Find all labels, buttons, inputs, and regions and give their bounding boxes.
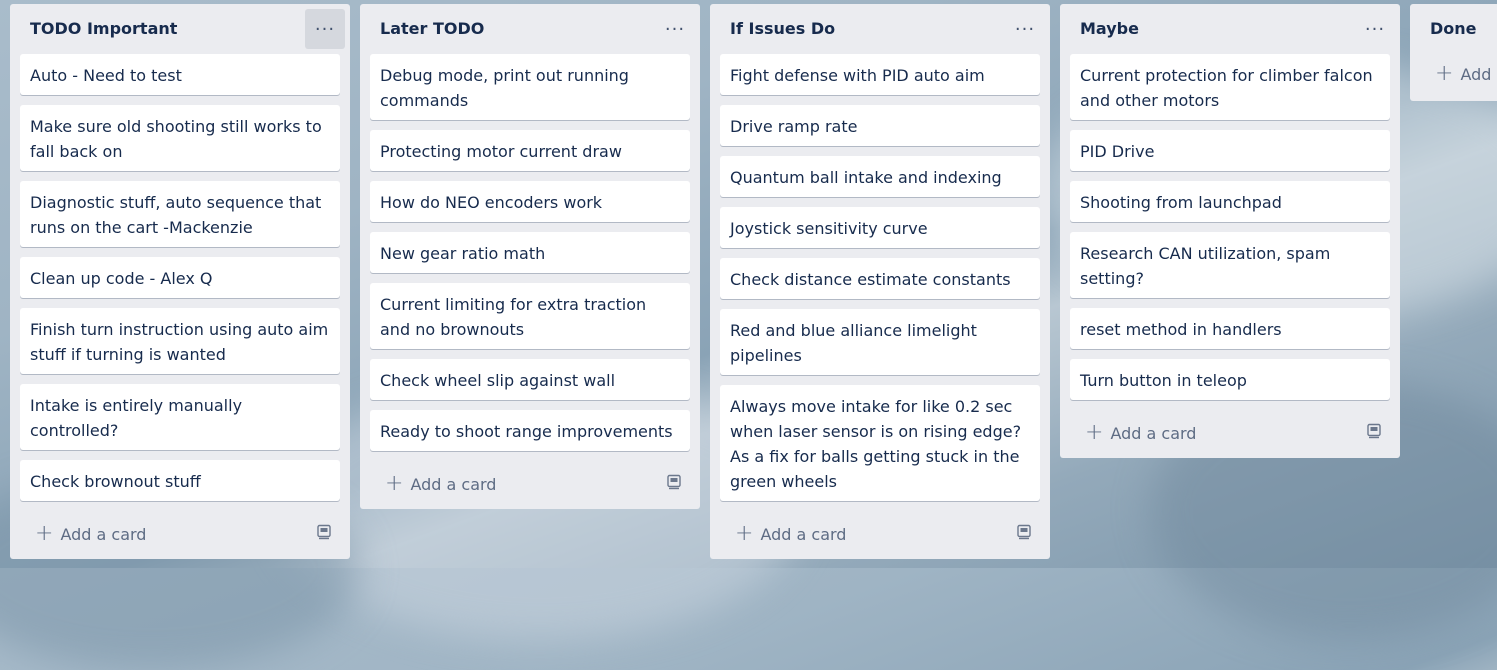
card[interactable]: Turn button in teleop <box>1070 359 1390 400</box>
add-card-button[interactable]: + Add a card <box>35 520 146 548</box>
plus-icon: + <box>735 521 754 546</box>
list-menu-button[interactable]: ··· <box>1355 9 1395 49</box>
list-done: Done + Add a <box>1410 4 1497 101</box>
card[interactable]: Debug mode, print out running commands <box>370 54 690 120</box>
add-card-label: Add a card <box>410 474 497 494</box>
list-later-todo: Later TODO ··· Debug mode, print out run… <box>360 4 700 509</box>
ellipsis-icon: ··· <box>1364 18 1386 40</box>
add-card-label: Add a card <box>760 524 847 544</box>
card[interactable]: Shooting from launchpad <box>1070 181 1390 222</box>
list-header: TODO Important ··· <box>10 4 350 54</box>
add-card-label: Add a card <box>1110 423 1197 443</box>
card[interactable]: Always move intake for like 0.2 sec when… <box>720 385 1040 501</box>
card-template-icon[interactable] <box>1016 524 1032 540</box>
ellipsis-icon: ··· <box>1014 18 1036 40</box>
add-card-button[interactable]: + Add a card <box>735 520 846 548</box>
add-card-button[interactable]: + Add a card <box>1085 419 1196 447</box>
card[interactable]: New gear ratio math <box>370 232 690 273</box>
card-list: Debug mode, print out running commands P… <box>360 54 700 451</box>
card-template-icon[interactable] <box>666 474 682 490</box>
add-card-label: Add a <box>1460 64 1497 84</box>
card[interactable]: Check brownout stuff <box>20 460 340 501</box>
plus-icon: + <box>385 471 404 496</box>
card-list: Auto - Need to test Make sure old shooti… <box>10 54 350 501</box>
card[interactable]: reset method in handlers <box>1070 308 1390 349</box>
add-card-label: Add a card <box>60 524 147 544</box>
card[interactable]: Quantum ball intake and indexing <box>720 156 1040 197</box>
card[interactable]: Check distance estimate constants <box>720 258 1040 299</box>
ellipsis-icon: ··· <box>664 18 686 40</box>
list-title[interactable]: If Issues Do <box>730 19 835 38</box>
plus-icon: + <box>1085 420 1104 445</box>
card[interactable]: Drive ramp rate <box>720 105 1040 146</box>
list-menu-button[interactable]: ··· <box>305 9 345 49</box>
card-list: Fight defense with PID auto aim Drive ra… <box>710 54 1050 501</box>
card[interactable]: Diagnostic stuff, auto sequence that run… <box>20 181 340 247</box>
list-menu-button[interactable]: ··· <box>1005 9 1045 49</box>
list-maybe: Maybe ··· Current protection for climber… <box>1060 4 1400 458</box>
card-template-icon[interactable] <box>316 524 332 540</box>
list-footer: + Add a card <box>710 511 1050 559</box>
card[interactable]: Auto - Need to test <box>20 54 340 95</box>
card[interactable]: Protecting motor current draw <box>370 130 690 171</box>
list-footer: + Add a card <box>1060 410 1400 458</box>
add-card-button[interactable]: + Add a <box>1435 60 1497 88</box>
card[interactable]: Joystick sensitivity curve <box>720 207 1040 248</box>
card[interactable]: Finish turn instruction using auto aim s… <box>20 308 340 374</box>
card[interactable]: Current limiting for extra traction and … <box>370 283 690 349</box>
card[interactable]: Check wheel slip against wall <box>370 359 690 400</box>
plus-icon: + <box>1435 61 1454 86</box>
card[interactable]: Red and blue alliance limelight pipeline… <box>720 309 1040 375</box>
list-title[interactable]: Done <box>1430 19 1477 38</box>
list-footer: + Add a card <box>360 461 700 509</box>
list-title[interactable]: Later TODO <box>380 19 484 38</box>
list-header: Later TODO ··· <box>360 4 700 54</box>
list-title[interactable]: Maybe <box>1080 19 1139 38</box>
card[interactable]: Fight defense with PID auto aim <box>720 54 1040 95</box>
list-if-issues-do: If Issues Do ··· Fight defense with PID … <box>710 4 1050 559</box>
list-footer: + Add a card <box>10 511 350 559</box>
list-menu-button[interactable]: ··· <box>655 9 695 49</box>
card[interactable]: Make sure old shooting still works to fa… <box>20 105 340 171</box>
plus-icon: + <box>35 521 54 546</box>
list-title[interactable]: TODO Important <box>30 19 177 38</box>
card-list: Current protection for climber falcon an… <box>1060 54 1400 400</box>
card[interactable]: Ready to shoot range improvements <box>370 410 690 451</box>
list-header: If Issues Do ··· <box>710 4 1050 54</box>
card[interactable]: Research CAN utilization, spam setting? <box>1070 232 1390 298</box>
card[interactable]: Intake is entirely manually controlled? <box>20 384 340 450</box>
board: TODO Important ··· Auto - Need to test M… <box>0 0 1497 568</box>
list-todo-important: TODO Important ··· Auto - Need to test M… <box>10 4 350 559</box>
add-card-button[interactable]: + Add a card <box>385 470 496 498</box>
card-template-icon[interactable] <box>1366 423 1382 439</box>
card[interactable]: How do NEO encoders work <box>370 181 690 222</box>
card[interactable]: Clean up code - Alex Q <box>20 257 340 298</box>
list-header: Maybe ··· <box>1060 4 1400 54</box>
card[interactable]: PID Drive <box>1070 130 1390 171</box>
card[interactable]: Current protection for climber falcon an… <box>1070 54 1390 120</box>
ellipsis-icon: ··· <box>314 18 336 40</box>
